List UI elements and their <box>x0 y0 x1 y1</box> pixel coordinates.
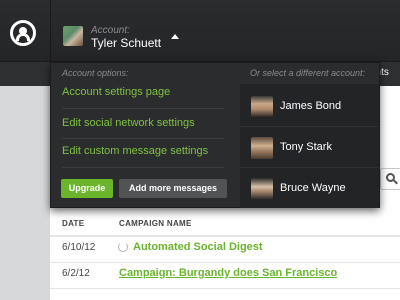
refresh-icon <box>118 242 128 252</box>
upgrade-button[interactable]: Upgrade <box>61 179 113 198</box>
account-item-label: Bruce Wayne <box>280 182 346 194</box>
account-label: Account: <box>91 25 130 36</box>
avatar <box>251 137 273 159</box>
table-cell-date: 6/10/12 <box>62 242 96 253</box>
account-switcher-button[interactable]: Account: Tyler Schuett <box>51 0 191 62</box>
menu-item-account-settings[interactable]: Account settings page <box>62 86 170 98</box>
row-divider <box>50 262 400 263</box>
table-header <box>50 210 400 236</box>
avatar <box>251 96 273 118</box>
switch-account-label: Or select a different account: <box>250 68 366 78</box>
menu-item-message-settings[interactable]: Edit custom message settings <box>62 145 208 157</box>
account-item-label: Tony Stark <box>280 141 332 153</box>
menu-item-social-settings[interactable]: Edit social network settings <box>62 117 195 129</box>
avatar <box>63 26 83 46</box>
account-name: Tyler Schuett <box>91 36 162 50</box>
app-logo-icon[interactable] <box>10 20 36 46</box>
add-messages-button[interactable]: Add more messages <box>119 179 227 198</box>
column-header-date[interactable]: DATE <box>62 219 84 228</box>
avatar <box>251 178 273 200</box>
account-item-tony-stark[interactable]: Tony Stark <box>240 127 379 168</box>
column-header-campaign[interactable]: CAMPAIGN NAME <box>119 219 192 228</box>
account-item-label: James Bond <box>280 100 342 112</box>
account-item-james-bond[interactable]: James Bond <box>240 86 379 127</box>
menu-divider <box>62 167 224 168</box>
menu-divider <box>62 138 224 139</box>
row-divider <box>50 288 400 289</box>
campaign-link[interactable]: Automated Social Digest <box>133 241 263 253</box>
account-item-bruce-wayne[interactable]: Bruce Wayne <box>240 168 379 209</box>
account-options-label: Account options: <box>62 68 129 78</box>
campaign-link[interactable]: Campaign: Burgandy does San Francisco <box>119 267 337 279</box>
search-button[interactable] <box>380 168 400 190</box>
table-cell-date: 6/2/12 <box>62 268 90 279</box>
caret-up-icon <box>171 34 179 39</box>
menu-divider <box>62 108 224 109</box>
row-divider <box>50 236 400 237</box>
